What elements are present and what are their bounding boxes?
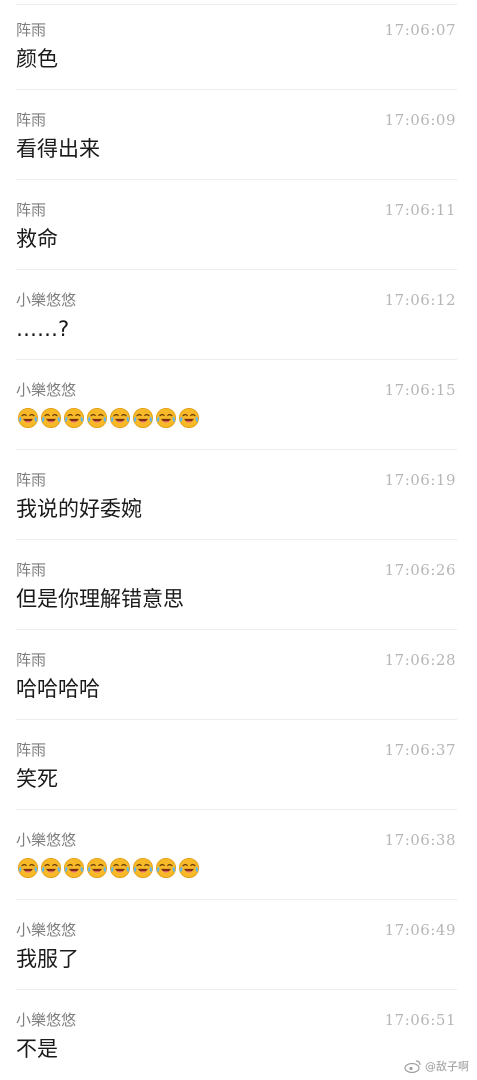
message-timestamp: 17:06:28 (384, 651, 456, 669)
laughing-crying-face-icon (63, 407, 85, 429)
message-item[interactable]: 阵雨 17:06:28 哈哈哈哈 (0, 630, 477, 720)
laughing-crying-face-icon (63, 857, 85, 879)
weibo-icon (404, 1059, 422, 1073)
message-timestamp: 17:06:15 (384, 381, 456, 399)
message-sender: 小樂悠悠 (16, 291, 77, 309)
message-item[interactable]: 阵雨 17:06:37 笑死 (0, 720, 477, 810)
message-timestamp: 17:06:11 (384, 201, 456, 219)
message-list: 阵雨 17:06:07 颜色 阵雨 17:06:09 看得出来 阵雨 17:06:11 救命 小樂… (0, 0, 477, 1080)
laughing-crying-face-icon (178, 407, 200, 429)
laughing-crying-face-icon (132, 857, 154, 879)
message-text: 颜色 (16, 47, 58, 71)
message-item[interactable]: 小樂悠悠 17:06:12 ……? (0, 270, 477, 360)
message-timestamp: 17:06:51 (384, 1011, 456, 1029)
message-item[interactable]: 小樂悠悠 17:06:38 (0, 810, 477, 900)
laughing-crying-face-icon (178, 857, 200, 879)
message-sender: 阵雨 (16, 471, 47, 489)
laughing-crying-face-icon (17, 857, 39, 879)
message-item[interactable]: 阵雨 17:06:09 看得出来 (0, 90, 477, 180)
message-timestamp: 17:06:12 (384, 291, 456, 309)
message-sender: 阵雨 (16, 651, 47, 669)
message-item[interactable]: 小樂悠悠 17:06:15 (0, 360, 477, 450)
laughing-crying-face-icon (17, 407, 39, 429)
message-sender: 小樂悠悠 (16, 381, 77, 399)
laughing-crying-face-icon (40, 407, 62, 429)
laughing-crying-face-icon (86, 407, 108, 429)
laughing-crying-face-icon (132, 407, 154, 429)
message-sender: 小樂悠悠 (16, 1011, 77, 1029)
laughing-crying-face-icon (86, 857, 108, 879)
message-sender: 阵雨 (16, 741, 47, 759)
message-timestamp: 17:06:09 (384, 111, 456, 129)
laughing-crying-face-icon (109, 407, 131, 429)
message-timestamp: 17:06:07 (384, 21, 456, 39)
message-text: 我服了 (16, 947, 79, 971)
message-timestamp: 17:06:49 (384, 921, 456, 939)
message-timestamp: 17:06:38 (384, 831, 456, 849)
message-timestamp: 17:06:26 (384, 561, 456, 579)
message-item[interactable]: 阵雨 17:06:19 我说的好委婉 (0, 450, 477, 540)
message-text: 笑死 (16, 767, 58, 791)
message-timestamp: 17:06:37 (384, 741, 456, 759)
message-item[interactable]: 阵雨 17:06:11 救命 (0, 180, 477, 270)
message-sender: 阵雨 (16, 21, 47, 39)
laughing-crying-face-icon (155, 407, 177, 429)
laughing-crying-face-icon (109, 857, 131, 879)
message-text: 不是 (16, 1037, 58, 1061)
message-sender: 阵雨 (16, 561, 47, 579)
message-item[interactable]: 阵雨 17:06:26 但是你理解错意思 (0, 540, 477, 630)
message-text: 看得出来 (16, 137, 100, 161)
message-text: 我说的好委婉 (16, 497, 142, 521)
message-timestamp: 17:06:19 (384, 471, 456, 489)
message-text: ……? (16, 317, 70, 341)
message-item[interactable]: 小樂悠悠 17:06:49 我服了 (0, 900, 477, 990)
laughing-crying-face-icon (155, 857, 177, 879)
message-text: 救命 (16, 227, 58, 251)
message-sender: 阵雨 (16, 111, 47, 129)
message-sender: 小樂悠悠 (16, 831, 77, 849)
message-text: 哈哈哈哈 (16, 677, 100, 701)
message-text: 但是你理解错意思 (16, 587, 184, 611)
watermark: @敌子啊 (404, 1058, 469, 1074)
emoji-row (17, 407, 200, 429)
message-sender: 阵雨 (16, 201, 47, 219)
emoji-row (17, 857, 200, 879)
laughing-crying-face-icon (40, 857, 62, 879)
message-sender: 小樂悠悠 (16, 921, 77, 939)
message-item[interactable]: 阵雨 17:06:07 颜色 (0, 0, 477, 90)
watermark-text: @敌子啊 (425, 1060, 469, 1073)
